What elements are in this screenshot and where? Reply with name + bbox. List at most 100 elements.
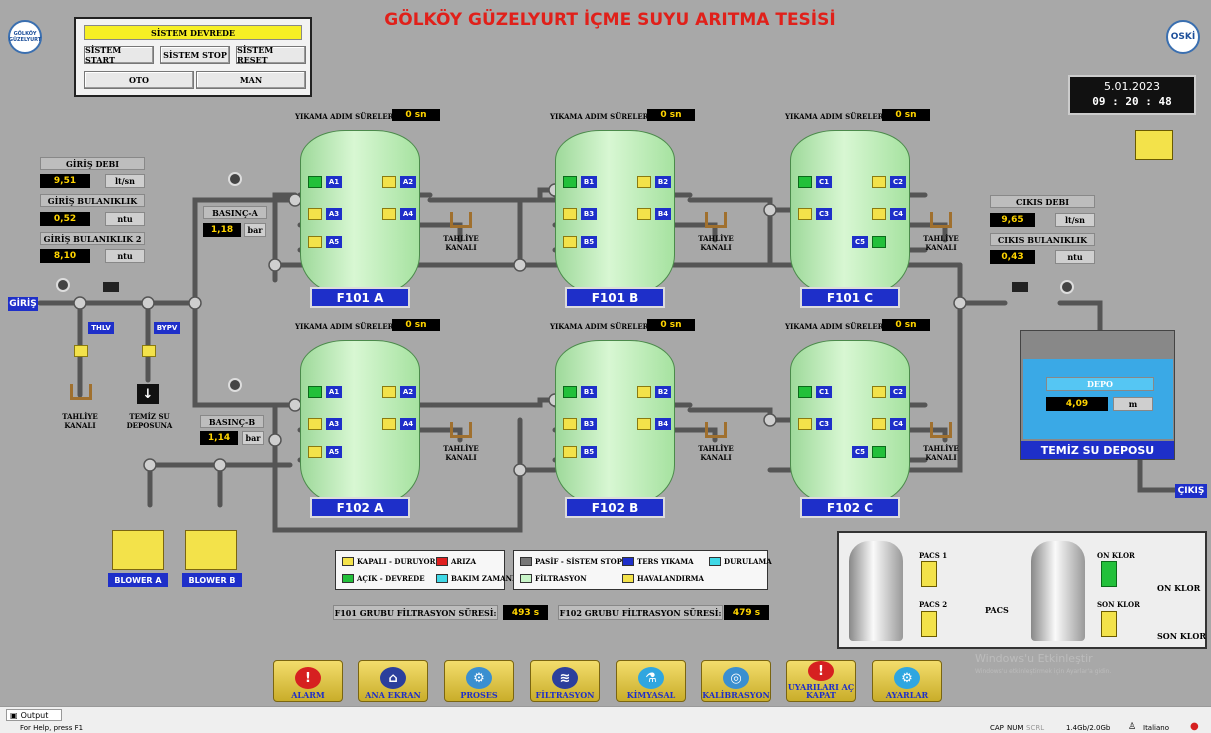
filter-valve[interactable] [798, 176, 812, 188]
filter-valve[interactable] [563, 446, 577, 458]
valve-label: C3 [816, 418, 832, 430]
nav-button-alarm[interactable]: ! ALARM [273, 660, 343, 702]
filter-valve[interactable] [637, 208, 651, 220]
f102-filtration-label: F102 GRUBU FİLTRASYON SÜRESİ: [558, 605, 723, 620]
filter-valve[interactable] [308, 236, 322, 248]
nav-label: UYARILARI AÇ KAPAT [787, 682, 855, 700]
user-icon: ♙ [1128, 722, 1137, 732]
pressure-a-label: BASINÇ-A [203, 206, 267, 219]
nav-button-ayarlar[interactable]: ⚙ AYARLAR [872, 660, 942, 702]
filter-valve[interactable] [872, 236, 886, 248]
scada-screen: GÖLKÖY GÜZELYURT GÖLKÖY GÜZELYURT İÇME S… [0, 0, 1211, 706]
system-stop-button[interactable]: SİSTEM STOP [160, 46, 230, 64]
nav-button-proses[interactable]: ⚙ PROSES [444, 660, 514, 702]
filter-valve[interactable] [382, 208, 396, 220]
filter-valve[interactable] [798, 386, 812, 398]
nav-label: FİLTRASYON [535, 690, 595, 700]
filter-valve[interactable] [872, 418, 886, 430]
valve-label: C2 [890, 176, 906, 188]
filter-valve[interactable] [798, 208, 812, 220]
filter-valve[interactable] [872, 386, 886, 398]
filter-valve[interactable] [872, 176, 886, 188]
filter-valve[interactable] [308, 386, 322, 398]
filter-valve[interactable] [382, 418, 396, 430]
inlet-turbidity-unit: ntu [105, 212, 145, 226]
drain-label: TAHLİYE KANALI [443, 444, 479, 462]
blower-a-icon[interactable] [112, 530, 164, 570]
valve-label: C1 [816, 386, 832, 398]
on-klor-label: ON KLOR [1097, 551, 1135, 560]
gk-logo: GÖLKÖY GÜZELYURT [8, 20, 42, 54]
filter-valve[interactable] [563, 236, 577, 248]
pacs2-pump-icon[interactable] [921, 611, 937, 637]
legend-item: DURULAMA [709, 557, 772, 566]
nav-button-ana-ekran[interactable]: ⌂ ANA EKRAN [358, 660, 428, 702]
nav-label: KALİBRASYON [702, 690, 770, 700]
filter-valve[interactable] [872, 208, 886, 220]
drain-label: TAHLİYE KANALI [923, 444, 959, 462]
system-reset-button[interactable]: SİSTEM RESET [236, 45, 306, 65]
nav-icon: ⚙ [894, 667, 920, 689]
generator-icon[interactable] [1135, 130, 1173, 160]
valve-label: A2 [400, 176, 416, 188]
outlet-flow-value: 9,65 [990, 213, 1035, 227]
auto-mode-button[interactable]: OTO [84, 71, 194, 89]
legend-item: AÇIK - DEVREDE [342, 574, 425, 583]
clock-date: 5.01.2023 [1104, 80, 1160, 93]
filter-valve[interactable] [382, 386, 396, 398]
valve-label: B1 [581, 386, 597, 398]
scrl-indicator: SCRL [1026, 724, 1045, 732]
filter-valve[interactable] [872, 446, 886, 458]
filter-valve[interactable] [563, 208, 577, 220]
legend-swatch [622, 557, 634, 566]
blower-b-icon[interactable] [185, 530, 237, 570]
outlet-flow-unit: lt/sn [1055, 213, 1095, 227]
nav-button-ki̇myasal[interactable]: ⚗ KİMYASAL [616, 660, 686, 702]
legend-item: PASİF - SİSTEM STOP [520, 557, 622, 566]
legend-item: HAVALANDIRMA [622, 574, 704, 583]
nav-button-fi̇ltrasyon[interactable]: ≋ FİLTRASYON [530, 660, 600, 702]
filter-valve[interactable] [637, 176, 651, 188]
manual-mode-button[interactable]: MAN [196, 71, 306, 89]
thlv-valve[interactable] [74, 345, 88, 357]
filter-valve[interactable] [637, 418, 651, 430]
filter-valve[interactable] [308, 446, 322, 458]
filter-valve[interactable] [798, 418, 812, 430]
nav-button-kali̇brasyon[interactable]: ◎ KALİBRASYON [701, 660, 771, 702]
pressure-a-unit: bar [244, 223, 266, 237]
valve-label: B2 [655, 386, 671, 398]
on-klor-pump-icon[interactable] [1101, 561, 1117, 587]
system-start-button[interactable]: SİSTEM START [84, 45, 154, 65]
pacs1-pump-icon[interactable] [921, 561, 937, 587]
filter-valve[interactable] [563, 418, 577, 430]
son-klor-output-label: SON KLOR [1157, 631, 1207, 641]
filter-valve[interactable] [563, 176, 577, 188]
nav-label: KİMYASAL [626, 690, 676, 700]
clock-time: 09 : 20 : 48 [1092, 95, 1172, 108]
valve-label: A5 [326, 446, 342, 458]
outlet-flowmeter-icon [1012, 282, 1028, 292]
drain-channel-icon [930, 422, 952, 438]
language-indicator: Italiano [1143, 724, 1169, 732]
pressure-b-value: 1,14 [200, 431, 238, 445]
filter-valve[interactable] [637, 386, 651, 398]
filter-valve[interactable] [308, 418, 322, 430]
son-klor-pump-icon[interactable] [1101, 611, 1117, 637]
output-tab[interactable]: ▣ Output [6, 709, 62, 721]
clean-water-tank: DEPO 4,09 m TEMİZ SU DEPOSU [1020, 330, 1175, 460]
wash-time-label: YIKAMA ADIM SÜRELERİ: [295, 322, 400, 331]
inlet-tag: GİRİŞ [8, 297, 38, 311]
filter-valve[interactable] [308, 176, 322, 188]
filter-valve[interactable] [382, 176, 396, 188]
filter-valve[interactable] [308, 208, 322, 220]
filter-valve[interactable] [563, 386, 577, 398]
f101-filtration-label: F101 GRUBU FİLTRASYON SÜRESİ: [333, 605, 498, 620]
nav-label: ALARM [291, 690, 325, 700]
wash-time-label: YIKAMA ADIM SÜRELERİ: [295, 112, 400, 121]
nav-button-uyarilari-aç-kapat[interactable]: ! UYARILARI AÇ KAPAT [786, 660, 856, 702]
filter-name: F102 A [310, 497, 410, 518]
legend-swatch [436, 557, 448, 566]
legend-swatch [520, 557, 532, 566]
legend-label: DURULAMA [724, 557, 772, 566]
bypv-valve[interactable] [142, 345, 156, 357]
